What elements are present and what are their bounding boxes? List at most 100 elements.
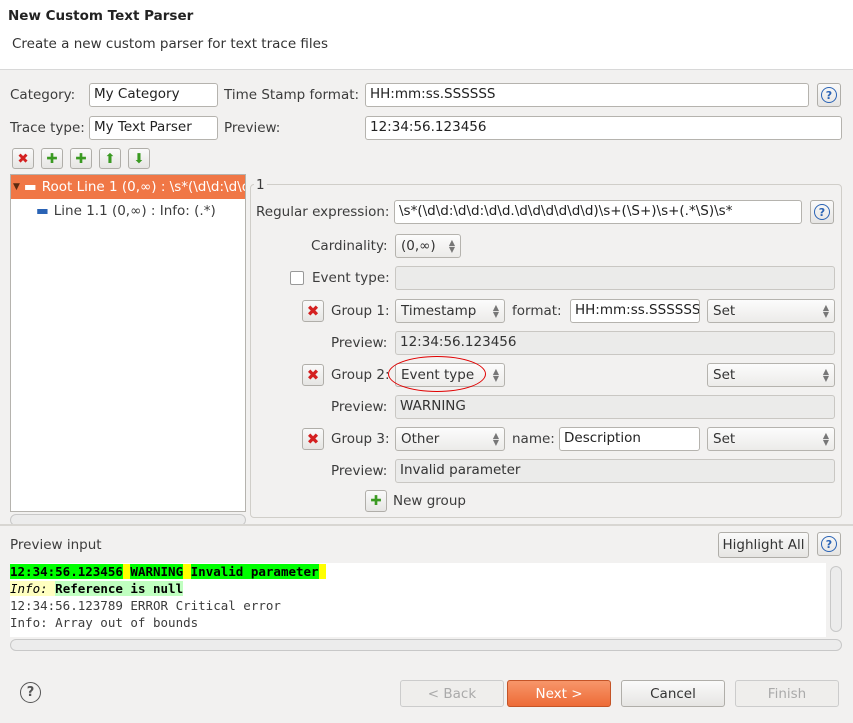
group-type-value: Timestamp: [401, 303, 477, 319]
new-group-label[interactable]: New group: [393, 493, 466, 509]
remove-group-2-button[interactable]: ✖: [302, 364, 324, 386]
delete-icon: ✖: [17, 150, 29, 167]
spinner-icon: ▲ ▼: [822, 431, 829, 447]
group-3-action-select[interactable]: Set ▲ ▼: [707, 427, 835, 451]
event-type-checkbox[interactable]: [290, 271, 304, 285]
remove-group-1-button[interactable]: ✖: [302, 300, 324, 322]
dialog-title: New Custom Text Parser: [8, 8, 194, 24]
cardinality-value: (0,∞): [401, 238, 436, 254]
next-button[interactable]: Next >: [507, 680, 611, 707]
spinner-icon: ▲ ▼: [822, 367, 829, 383]
group-2-label: Group 2:: [331, 367, 390, 383]
line-tree[interactable]: ▼ ▬ Root Line 1 (0,∞) : \s*(\d\d:\d\d:\d…: [10, 174, 246, 512]
group-3-type-select[interactable]: Other ▲ ▼: [395, 427, 505, 451]
preview-input-label: Preview input: [10, 537, 102, 553]
line-icon: ▬: [36, 203, 49, 219]
group-1-preview-label: Preview:: [331, 335, 388, 351]
group-3-preview-label: Preview:: [331, 463, 388, 479]
cardinality-label: Cardinality:: [311, 238, 388, 254]
group-1-format-label: format:: [512, 303, 562, 319]
highlight-event-type: WARNING: [130, 564, 184, 579]
group-1-format-input[interactable]: HH:mm:ss.SSSSSS: [570, 299, 700, 323]
timestamp-help-button[interactable]: ?: [817, 83, 841, 107]
group-action-value: Set: [713, 367, 736, 383]
sash-divider[interactable]: [0, 524, 853, 526]
group-1-preview: 12:34:56.123456: [395, 331, 835, 355]
group-action-value: Set: [713, 431, 736, 447]
spinner-icon: ▲ ▼: [822, 303, 829, 319]
category-label: Category:: [10, 87, 76, 103]
group-action-value: Set: [713, 303, 736, 319]
highlight-description: Invalid parameter: [190, 564, 319, 579]
help-icon: ?: [821, 536, 837, 552]
move-down-icon: ⬇: [133, 150, 145, 167]
add-child-line-icon: ✚: [75, 150, 87, 167]
category-input[interactable]: My Category: [89, 83, 218, 107]
preview-horizontal-scrollbar[interactable]: [10, 639, 842, 651]
tree-item-line-1-1[interactable]: ▬ Line 1.1 (0,∞) : Info: (.*): [11, 199, 245, 223]
delete-icon: ✖: [306, 430, 320, 448]
move-up-button[interactable]: ⬆: [99, 148, 121, 169]
preview-label: Preview:: [224, 120, 281, 136]
preview-line-3: 12:34:56.123789 ERROR Critical error: [10, 598, 281, 613]
tree-item-label: Line 1.1 (0,∞) : Info: (.*): [53, 203, 216, 219]
preview-line-4: Info: Array out of bounds: [10, 615, 199, 630]
group-1-label: Group 1:: [331, 303, 390, 319]
group-3-name-input[interactable]: Description: [559, 427, 700, 451]
preview-line-2: Info: Reference is null: [10, 580, 826, 597]
move-down-button[interactable]: ⬇: [128, 148, 150, 169]
expand-arrow-icon[interactable]: ▼: [13, 182, 20, 192]
add-child-line-button[interactable]: ✚: [70, 148, 92, 169]
line-icon: ▬: [23, 179, 37, 195]
spinner-icon: ▲ ▼: [448, 238, 455, 254]
remove-group-3-button[interactable]: ✖: [302, 428, 324, 450]
dialog-subtitle: Create a new custom parser for text trac…: [12, 36, 329, 52]
event-type-label: Event type:: [312, 270, 390, 286]
spinner-icon: ▲ ▼: [492, 303, 499, 319]
highlight-all-button[interactable]: Highlight All: [718, 532, 809, 558]
tree-item-label: Root Line 1 (0,∞) : \s*(\d\d:\d\d:\d\d.\…: [41, 179, 245, 195]
help-button[interactable]: ?: [20, 682, 41, 703]
regex-input[interactable]: \s*(\d\d:\d\d:\d\d.\d\d\d\d\d\d)\s+(\S+)…: [394, 200, 802, 224]
trace-type-input[interactable]: My Text Parser: [89, 116, 218, 140]
finish-button[interactable]: Finish: [735, 680, 839, 707]
regex-label: Regular expression:: [256, 204, 390, 220]
group-1-type-select[interactable]: Timestamp ▲ ▼: [395, 299, 505, 323]
timestamp-format-input[interactable]: HH:mm:ss.SSSSSS: [365, 83, 809, 107]
trace-type-label: Trace type:: [10, 120, 85, 136]
timestamp-preview: 12:34:56.123456: [365, 116, 842, 140]
group-type-value: Other: [401, 431, 440, 447]
line-group-title: 1: [254, 177, 267, 193]
delete-icon: ✖: [306, 366, 320, 384]
new-group-button[interactable]: ✚: [365, 490, 387, 512]
group-3-preview: Invalid parameter: [395, 459, 835, 483]
timestamp-format-label: Time Stamp format:: [224, 87, 360, 103]
add-next-line-icon: ✚: [46, 150, 58, 167]
group-2-preview: WARNING: [395, 395, 835, 419]
preview-input-text[interactable]: 12:34:56.123456 WARNING Invalid paramete…: [10, 563, 826, 637]
cardinality-select[interactable]: (0,∞) ▲ ▼: [395, 234, 461, 258]
spinner-icon: ▲ ▼: [492, 431, 499, 447]
preview-vertical-scrollbar[interactable]: [830, 566, 842, 632]
cancel-button[interactable]: Cancel: [621, 680, 725, 707]
highlight-timestamp: 12:34:56.123456: [10, 564, 123, 579]
group-3-label: Group 3:: [331, 431, 390, 447]
help-icon: ?: [821, 87, 837, 103]
group-1-action-select[interactable]: Set ▲ ▼: [707, 299, 835, 323]
group-3-name-label: name:: [512, 431, 555, 447]
tree-item-root-line[interactable]: ▼ ▬ Root Line 1 (0,∞) : \s*(\d\d:\d\d:\d…: [11, 175, 245, 199]
preview-line-1: 12:34:56.123456 WARNING Invalid paramete…: [10, 563, 826, 580]
event-type-input: [395, 266, 835, 290]
regex-help-button[interactable]: ?: [810, 200, 834, 224]
add-next-line-button[interactable]: ✚: [41, 148, 63, 169]
delete-line-button[interactable]: ✖: [12, 148, 34, 169]
back-button[interactable]: < Back: [400, 680, 504, 707]
move-up-icon: ⬆: [104, 150, 116, 167]
group-2-preview-label: Preview:: [331, 399, 388, 415]
add-icon: ✚: [370, 493, 382, 509]
preview-help-button[interactable]: ?: [817, 532, 841, 556]
delete-icon: ✖: [306, 302, 320, 320]
help-icon: ?: [814, 204, 830, 220]
highlight-info-text: Reference is null: [55, 581, 184, 596]
group-2-action-select[interactable]: Set ▲ ▼: [707, 363, 835, 387]
